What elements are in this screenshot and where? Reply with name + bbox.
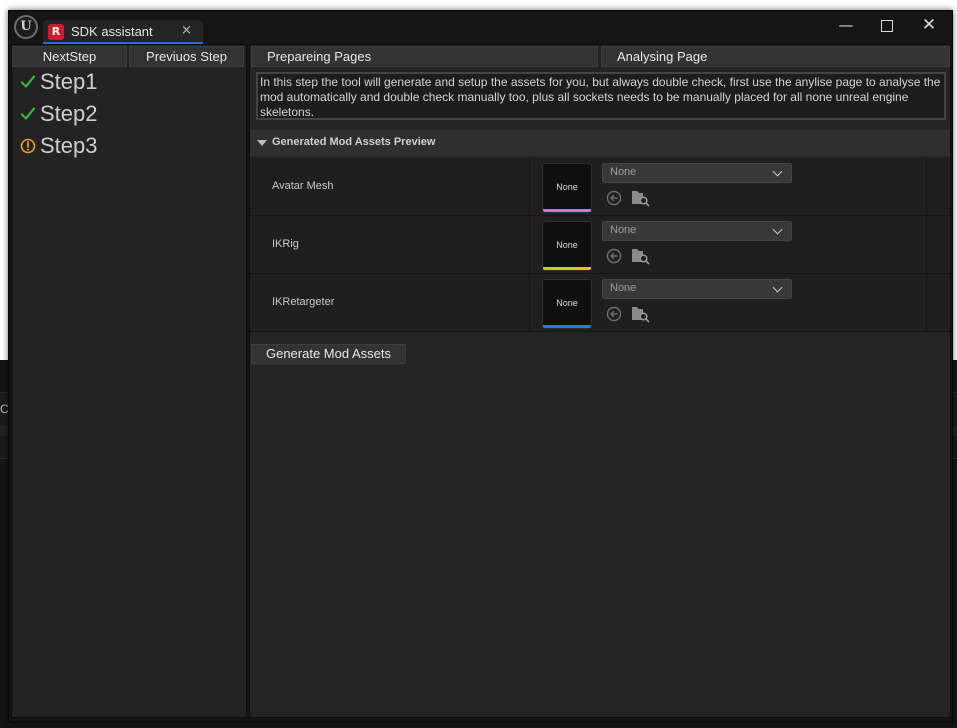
asset-type-color-bar — [543, 325, 591, 328]
tab-prepareing-pages[interactable]: Prepareing Pages — [251, 46, 598, 67]
column-divider — [529, 274, 530, 331]
use-selected-arrow-icon[interactable] — [606, 248, 622, 264]
asset-picker-combo[interactable]: None — [602, 279, 792, 299]
column-divider — [926, 158, 927, 215]
step-description: In this step the tool will generate and … — [256, 72, 946, 120]
asset-type-color-bar — [543, 209, 591, 212]
step-label: Step3 — [40, 133, 98, 158]
steps-panel: NextStep Previuos Step Step1 Step2 Step3 — [11, 44, 247, 718]
tab-analysing-page[interactable]: Analysing Page — [601, 46, 950, 67]
thumbnail-text: None — [556, 298, 578, 308]
asset-thumbnail[interactable]: None — [542, 163, 592, 213]
sdk-app-icon: R — [48, 24, 64, 40]
thumbnail-text: None — [556, 240, 578, 250]
chevron-down-icon — [772, 166, 783, 177]
browse-folder-search-icon[interactable] — [630, 189, 650, 207]
sdk-assistant-window: U R SDK assistant × — ✕ NextStep Previuo… — [8, 10, 953, 722]
column-divider — [926, 216, 927, 273]
chevron-down-icon — [772, 224, 783, 235]
step-label: Step2 — [40, 101, 98, 126]
combo-value: None — [610, 166, 637, 178]
browse-folder-search-icon[interactable] — [630, 247, 650, 265]
column-divider — [926, 274, 927, 331]
asset-thumbnail[interactable]: None — [542, 279, 592, 329]
chevron-down-icon — [772, 282, 783, 293]
previous-step-button[interactable]: Previuos Step — [129, 46, 244, 67]
next-step-button[interactable]: NextStep — [12, 46, 127, 67]
generate-mod-assets-button[interactable]: Generate Mod Assets — [251, 344, 406, 364]
asset-type-color-bar — [543, 267, 591, 270]
combo-value: None — [610, 224, 637, 236]
close-button[interactable]: ✕ — [909, 13, 949, 37]
property-row-avatar-mesh: Avatar Mesh None None — [250, 158, 950, 216]
checkmark-icon — [20, 107, 36, 120]
tab-title: SDK assistant — [71, 24, 153, 39]
use-selected-arrow-icon[interactable] — [606, 190, 622, 206]
column-divider — [529, 158, 530, 215]
property-row-ikretargeter: IKRetargeter None None — [250, 274, 950, 332]
property-label: IKRig — [272, 238, 299, 250]
collapse-arrow-icon[interactable] — [257, 140, 267, 146]
maximize-button[interactable] — [867, 13, 907, 37]
content-panel: Prepareing Pages Analysing Page In this … — [249, 44, 951, 718]
tab-close-icon[interactable]: × — [181, 23, 192, 38]
unreal-logo-icon: U — [14, 15, 38, 39]
maximize-icon — [881, 19, 893, 32]
property-row-ikrig: IKRig None None — [250, 216, 950, 274]
property-label: IKRetargeter — [272, 296, 335, 308]
asset-picker-combo[interactable]: None — [602, 221, 792, 241]
asset-thumbnail[interactable]: None — [542, 221, 592, 271]
column-divider — [529, 216, 530, 273]
asset-picker-combo[interactable]: None — [602, 163, 792, 183]
tab-sdk-assistant[interactable]: R SDK assistant × — [43, 20, 203, 44]
thumbnail-text: None — [556, 182, 578, 192]
generated-assets-section-header[interactable]: Generated Mod Assets Preview — [250, 130, 950, 156]
title-bar[interactable]: U R SDK assistant × — ✕ — [9, 11, 952, 44]
combo-value: None — [610, 282, 637, 294]
checkmark-icon — [20, 75, 36, 88]
warning-circle-icon — [20, 138, 36, 154]
use-selected-arrow-icon[interactable] — [606, 306, 622, 322]
minimize-button[interactable]: — — [826, 13, 866, 37]
step-label: Step1 — [40, 69, 98, 94]
section-title: Generated Mod Assets Preview — [272, 136, 436, 148]
property-label: Avatar Mesh — [272, 180, 334, 192]
browse-folder-search-icon[interactable] — [630, 305, 650, 323]
